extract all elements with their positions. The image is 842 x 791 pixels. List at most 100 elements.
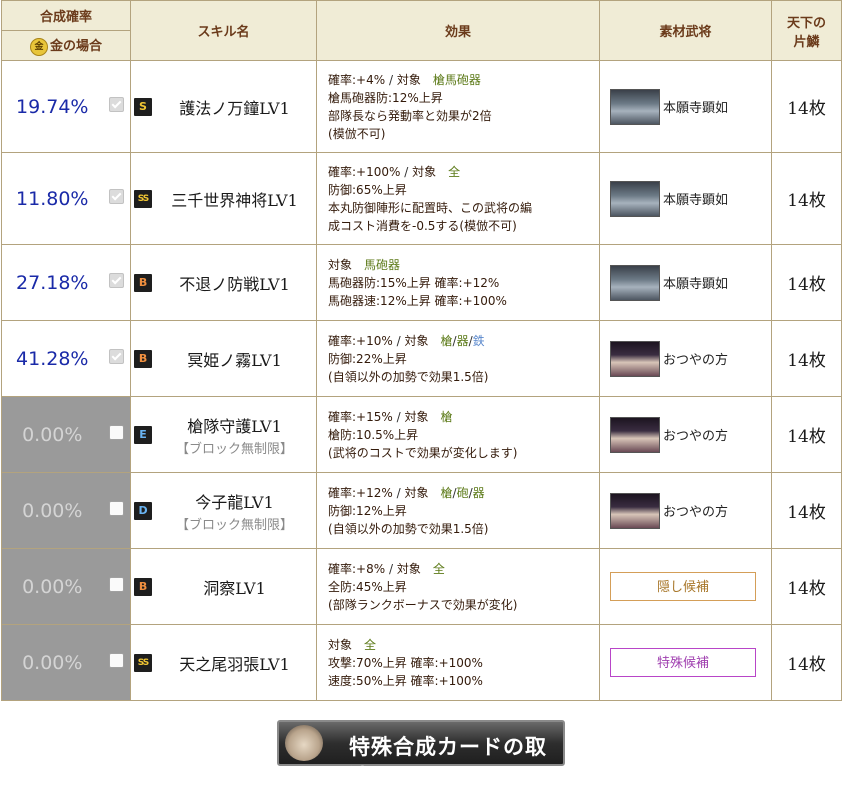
- rank-b-badge-icon: B: [134, 577, 153, 596]
- effect-line: 確率:+100% / 対象 全: [328, 163, 599, 181]
- rank-d-badge-icon: D: [134, 501, 153, 520]
- effect-target-label: 対象: [396, 72, 421, 87]
- monk-portrait: [610, 180, 661, 217]
- cancel-special-card-label: 特殊合成カードの取消: [349, 735, 547, 789]
- lady-portrait: [610, 416, 661, 453]
- effect-line: 攻撃:70%上昇 確率:+100%: [328, 655, 483, 670]
- header-rate: 合成確率: [0, 0, 132, 31]
- select-cell: [102, 320, 132, 397]
- effect-target: 槍馬砲器: [432, 72, 481, 87]
- select-cell: [102, 548, 132, 625]
- effect-rate: 確率:+15%: [328, 409, 393, 424]
- fragment-count: 14枚: [771, 548, 842, 625]
- header-count-line2: 片鱗: [793, 34, 820, 50]
- header-gold-case-label: 金の場合: [50, 39, 103, 55]
- cancel-special-card-button[interactable]: 特殊合成カードの取消: [277, 720, 565, 789]
- rank-ss-badge-icon: SS: [134, 653, 153, 672]
- material-cell: おつやの方: [599, 472, 773, 549]
- effect-line: 確率:+15% / 対象 槍: [328, 408, 599, 426]
- effect-target: 器: [472, 485, 485, 500]
- table-row: 41.28% B 冥姫ノ霧LV1 確率:+10% / 対象 槍/器/鉄 防御:22%上昇…: [1, 320, 842, 397]
- effect-separator: /: [392, 409, 405, 424]
- select-checkbox: [108, 273, 124, 288]
- header-effect: 効果: [316, 0, 601, 61]
- effect-line: 全防:45%上昇: [328, 579, 407, 594]
- material-cell: 本願寺顕如: [599, 244, 773, 321]
- effect-line: (模倣不可): [328, 126, 386, 141]
- effect-line: 馬砲器防:15%上昇 確率:+12%: [328, 275, 500, 290]
- synthesis-rate: 27.18%: [1, 244, 103, 321]
- fragment-count: 14枚: [771, 60, 842, 153]
- synthesis-rate: 0.00%: [1, 624, 103, 701]
- material-name: おつやの方: [663, 505, 729, 520]
- monk-portrait: [610, 88, 661, 125]
- table-row: 0.00% D 今子龍LV1 【ブロック無制限】 確率:+12% / 対象 槍/砲/器防…: [1, 472, 842, 549]
- lady-portrait: [610, 492, 661, 529]
- table-row: 0.00% B 洞察LV1 確率:+8% / 対象 全全防:45%上昇 (部隊ランクボー…: [1, 548, 842, 625]
- select-cell: [102, 396, 132, 473]
- synthesis-rate: 19.74%: [1, 60, 103, 153]
- material-name: 本願寺顕如: [663, 193, 729, 208]
- effect-line: 防御:65%上昇: [328, 182, 407, 197]
- skill-note: 【ブロック無制限】: [176, 517, 294, 533]
- effect-target-label: 対象: [328, 637, 353, 652]
- effect-target: 全: [432, 561, 445, 576]
- skill-name: 護法ノ万鐘LV1: [179, 98, 290, 118]
- effect-line: 馬砲器速:12%上昇 確率:+100%: [328, 293, 507, 308]
- effect-line: 速度:50%上昇 確率:+100%: [328, 673, 483, 688]
- select-checkbox[interactable]: [108, 653, 124, 668]
- effect-rate: 確率:+8%: [328, 561, 386, 576]
- skill-name: 天之尾羽張LV1: [179, 654, 290, 674]
- effect-separator: /: [400, 164, 413, 179]
- skill-name: 槍隊守護LV1: [187, 416, 282, 436]
- select-checkbox[interactable]: [108, 501, 124, 516]
- effect-target-label: 対象: [404, 409, 429, 424]
- fragment-count: 14枚: [771, 152, 842, 245]
- skill-name: 不退ノ防戦LV1: [179, 274, 290, 294]
- effect-target: 器: [456, 333, 469, 348]
- skill-cell: SS 三千世界神将LV1: [130, 152, 318, 245]
- rank-e-badge-icon: E: [134, 425, 153, 444]
- rank-b-badge-icon: B: [134, 349, 153, 368]
- fragment-count: 14枚: [771, 624, 842, 701]
- header-count-line1: 天下の: [787, 15, 827, 31]
- select-cell: [102, 472, 132, 549]
- skill-cell: E 槍隊守護LV1 【ブロック無制限】: [130, 396, 318, 473]
- effect-line: 槍馬砲器防:12%上昇: [328, 90, 443, 105]
- effect-rate: 確率:+100%: [328, 164, 401, 179]
- header-skill-name: スキル名: [130, 0, 318, 61]
- fragment-count: 14枚: [771, 472, 842, 549]
- material-cell: 本願寺顕如: [599, 152, 773, 245]
- effect-target: 全: [364, 637, 377, 652]
- skill-cell: D 今子龍LV1 【ブロック無制限】: [130, 472, 318, 549]
- effect-separator: /: [385, 72, 397, 87]
- effect-target-label: 対象: [404, 485, 429, 500]
- material-cell: おつやの方: [599, 320, 773, 397]
- rank-b-badge-icon: B: [134, 273, 153, 292]
- effect-line: 成コスト消費を-0.5する(模倣不可): [328, 218, 517, 233]
- select-checkbox[interactable]: [108, 577, 124, 592]
- material-name: おつやの方: [663, 429, 729, 444]
- synthesis-rate: 0.00%: [1, 396, 103, 473]
- skill-cell: S 護法ノ万鐘LV1: [130, 60, 318, 153]
- character-portrait-icon: [285, 725, 323, 761]
- special-candidate-button[interactable]: 特殊候補: [610, 648, 757, 677]
- effect-line: 確率:+4% / 対象 槍馬砲器: [328, 71, 599, 89]
- synthesis-rate: 41.28%: [1, 320, 103, 397]
- skill-name: 三千世界神将LV1: [171, 190, 298, 210]
- effect-target: 槍: [440, 333, 453, 348]
- header-material: 素材武将: [599, 0, 773, 61]
- table-row: 0.00% E 槍隊守護LV1 【ブロック無制限】 確率:+15% / 対象 槍槍防:1…: [1, 396, 842, 473]
- effect-target-label: 対象: [404, 333, 429, 348]
- header-count: 天下の 片鱗: [771, 0, 842, 61]
- table-row: 0.00% SS 天之尾羽張LV1 対象 全攻撃:70%上昇 確率:+100% 速度:5…: [1, 624, 842, 701]
- select-checkbox[interactable]: [108, 425, 124, 440]
- skill-cell: B 洞察LV1: [130, 548, 318, 625]
- table-row: 27.18% B 不退ノ防戦LV1 対象 馬砲器 馬砲器防:15%上昇 確率:+12% 馬…: [1, 244, 842, 321]
- effect-target: 砲: [456, 485, 469, 500]
- effect-line: 対象 馬砲器: [328, 256, 599, 274]
- effect-cell: 対象 全攻撃:70%上昇 確率:+100% 速度:50%上昇 確率:+100%: [316, 624, 601, 701]
- hidden-candidate-button[interactable]: 隠し候補: [610, 572, 757, 601]
- fragment-count: 14枚: [771, 320, 842, 397]
- material-cell: 隠し候補: [599, 548, 773, 625]
